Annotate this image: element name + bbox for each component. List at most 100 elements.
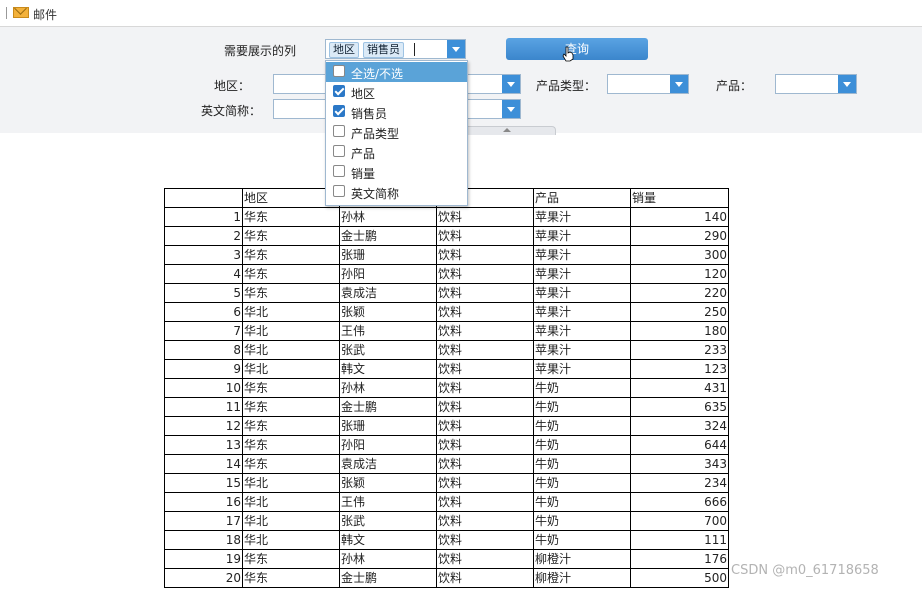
table-cell: 苹果汁	[533, 245, 631, 265]
table-cell: 饮料	[436, 321, 534, 341]
table-cell: 华北	[242, 473, 340, 493]
table-cell: 王伟	[339, 321, 437, 341]
table-cell: 饮料	[436, 340, 534, 360]
panel-collapse-handle[interactable]	[462, 126, 556, 135]
table-cell: 张颖	[339, 473, 437, 493]
dropdown-option-salesperson[interactable]: 销售员	[326, 102, 467, 122]
table-cell: 饮料	[436, 416, 534, 436]
table-cell: 华北	[242, 530, 340, 550]
option-checkbox[interactable]	[333, 65, 345, 77]
chevron-down-icon[interactable]	[447, 40, 465, 58]
dropdown-option-sales-volume[interactable]: 销量	[326, 162, 467, 182]
table-row: 14 华东 袁成洁 饮料 牛奶 343	[164, 454, 729, 474]
window-titlebar: 邮件	[0, 0, 922, 27]
table-cell: 14	[164, 454, 243, 474]
table-cell: 张武	[339, 340, 437, 360]
chevron-down-icon[interactable]	[670, 75, 688, 93]
table-cell: 6	[164, 302, 243, 322]
chevron-down-icon[interactable]	[838, 75, 856, 93]
chevron-down-icon[interactable]	[502, 100, 520, 118]
table-cell: 华北	[242, 492, 340, 512]
table-cell: 饮料	[436, 454, 534, 474]
table-cell: 饮料	[436, 264, 534, 284]
dropdown-option-english-abbr[interactable]: 英文简称	[326, 182, 467, 202]
text-caret	[414, 43, 415, 56]
table-cell: 华东	[242, 397, 340, 417]
option-checkbox[interactable]	[333, 125, 345, 137]
header-cell: 销量	[630, 188, 729, 208]
table-cell: 金士鹏	[339, 568, 437, 588]
table-cell: 苹果汁	[533, 207, 631, 227]
table-cell: 饮料	[436, 378, 534, 398]
table-cell: 11	[164, 397, 243, 417]
option-checkbox[interactable]	[333, 105, 345, 117]
window-title: 邮件	[33, 8, 58, 22]
product-select[interactable]	[775, 74, 857, 94]
table-cell: 苹果汁	[533, 321, 631, 341]
option-checkbox[interactable]	[333, 185, 345, 197]
selected-tag-region[interactable]: 地区	[329, 42, 359, 58]
dropdown-option-product-type[interactable]: 产品类型	[326, 122, 467, 142]
table-row: 11 华东 金士鹏 饮料 牛奶 635	[164, 397, 729, 417]
table-cell: 牛奶	[533, 435, 631, 455]
table-cell: 孙林	[339, 378, 437, 398]
table-cell: 9	[164, 359, 243, 379]
table-cell: 张珊	[339, 416, 437, 436]
table-cell: 234	[630, 473, 729, 493]
table-cell: 500	[630, 568, 729, 588]
hand-cursor-icon	[562, 46, 574, 62]
table-row: 10 华东 孙林 饮料 牛奶 431	[164, 378, 729, 398]
table-cell: 华东	[242, 207, 340, 227]
table-cell: 15	[164, 473, 243, 493]
table-cell: 5	[164, 283, 243, 303]
table-cell: 苹果汁	[533, 226, 631, 246]
selected-tag-salesperson[interactable]: 销售员	[363, 42, 404, 58]
table-cell: 20	[164, 568, 243, 588]
table-cell: 王伟	[339, 492, 437, 512]
table-cell: 饮料	[436, 568, 534, 588]
table-cell: 张珊	[339, 245, 437, 265]
table-cell: 180	[630, 321, 729, 341]
table-cell: 13	[164, 435, 243, 455]
table-cell: 8	[164, 340, 243, 360]
table-cell: 华东	[242, 435, 340, 455]
option-checkbox[interactable]	[333, 145, 345, 157]
report-table: 地区类型产品销量1华东孙林饮料苹果汁1402华东金士鹏饮料苹果汁2903华东张珊…	[164, 188, 729, 588]
dropdown-option-product[interactable]: 产品	[326, 142, 467, 162]
product-type-label: 产品类型：	[536, 79, 597, 93]
table-row: 20 华东 金士鹏 饮料 柳橙汁 500	[164, 568, 729, 588]
table-cell: 饮料	[436, 207, 534, 227]
product-type-select[interactable]	[607, 74, 689, 94]
table-cell: 苹果汁	[533, 359, 631, 379]
columns-label: 需要展示的列	[224, 44, 297, 58]
query-button[interactable]: 查询	[506, 38, 648, 60]
table-cell: 华东	[242, 245, 340, 265]
option-checkbox[interactable]	[333, 85, 345, 97]
table-cell: 饮料	[436, 435, 534, 455]
table-cell: 17	[164, 511, 243, 531]
table-cell: 华东	[242, 378, 340, 398]
table-cell: 苹果汁	[533, 283, 631, 303]
table-cell: 牛奶	[533, 511, 631, 531]
table-cell: 孙林	[339, 549, 437, 569]
table-cell: 张武	[339, 511, 437, 531]
table-cell: 4	[164, 264, 243, 284]
titlebar-divider	[6, 7, 7, 19]
table-cell: 饮料	[436, 473, 534, 493]
dropdown-option-select-all[interactable]: 全选/不选	[326, 62, 467, 82]
table-row: 3 华东 张珊 饮料 苹果汁 300	[164, 245, 729, 265]
mail-icon	[13, 7, 29, 18]
columns-multiselect[interactable]: 地区 销售员	[325, 39, 466, 59]
dropdown-option-region[interactable]: 地区	[326, 82, 467, 102]
table-cell: 饮料	[436, 226, 534, 246]
table-cell: 16	[164, 492, 243, 512]
table-cell: 饮料	[436, 302, 534, 322]
table-cell: 635	[630, 397, 729, 417]
option-checkbox[interactable]	[333, 165, 345, 177]
chevron-down-icon[interactable]	[502, 75, 520, 93]
table-cell: 华东	[242, 416, 340, 436]
table-cell: 666	[630, 492, 729, 512]
option-label: 英文简称	[351, 187, 400, 201]
table-cell: 644	[630, 435, 729, 455]
table-row: 2 华东 金士鹏 饮料 苹果汁 290	[164, 226, 729, 246]
